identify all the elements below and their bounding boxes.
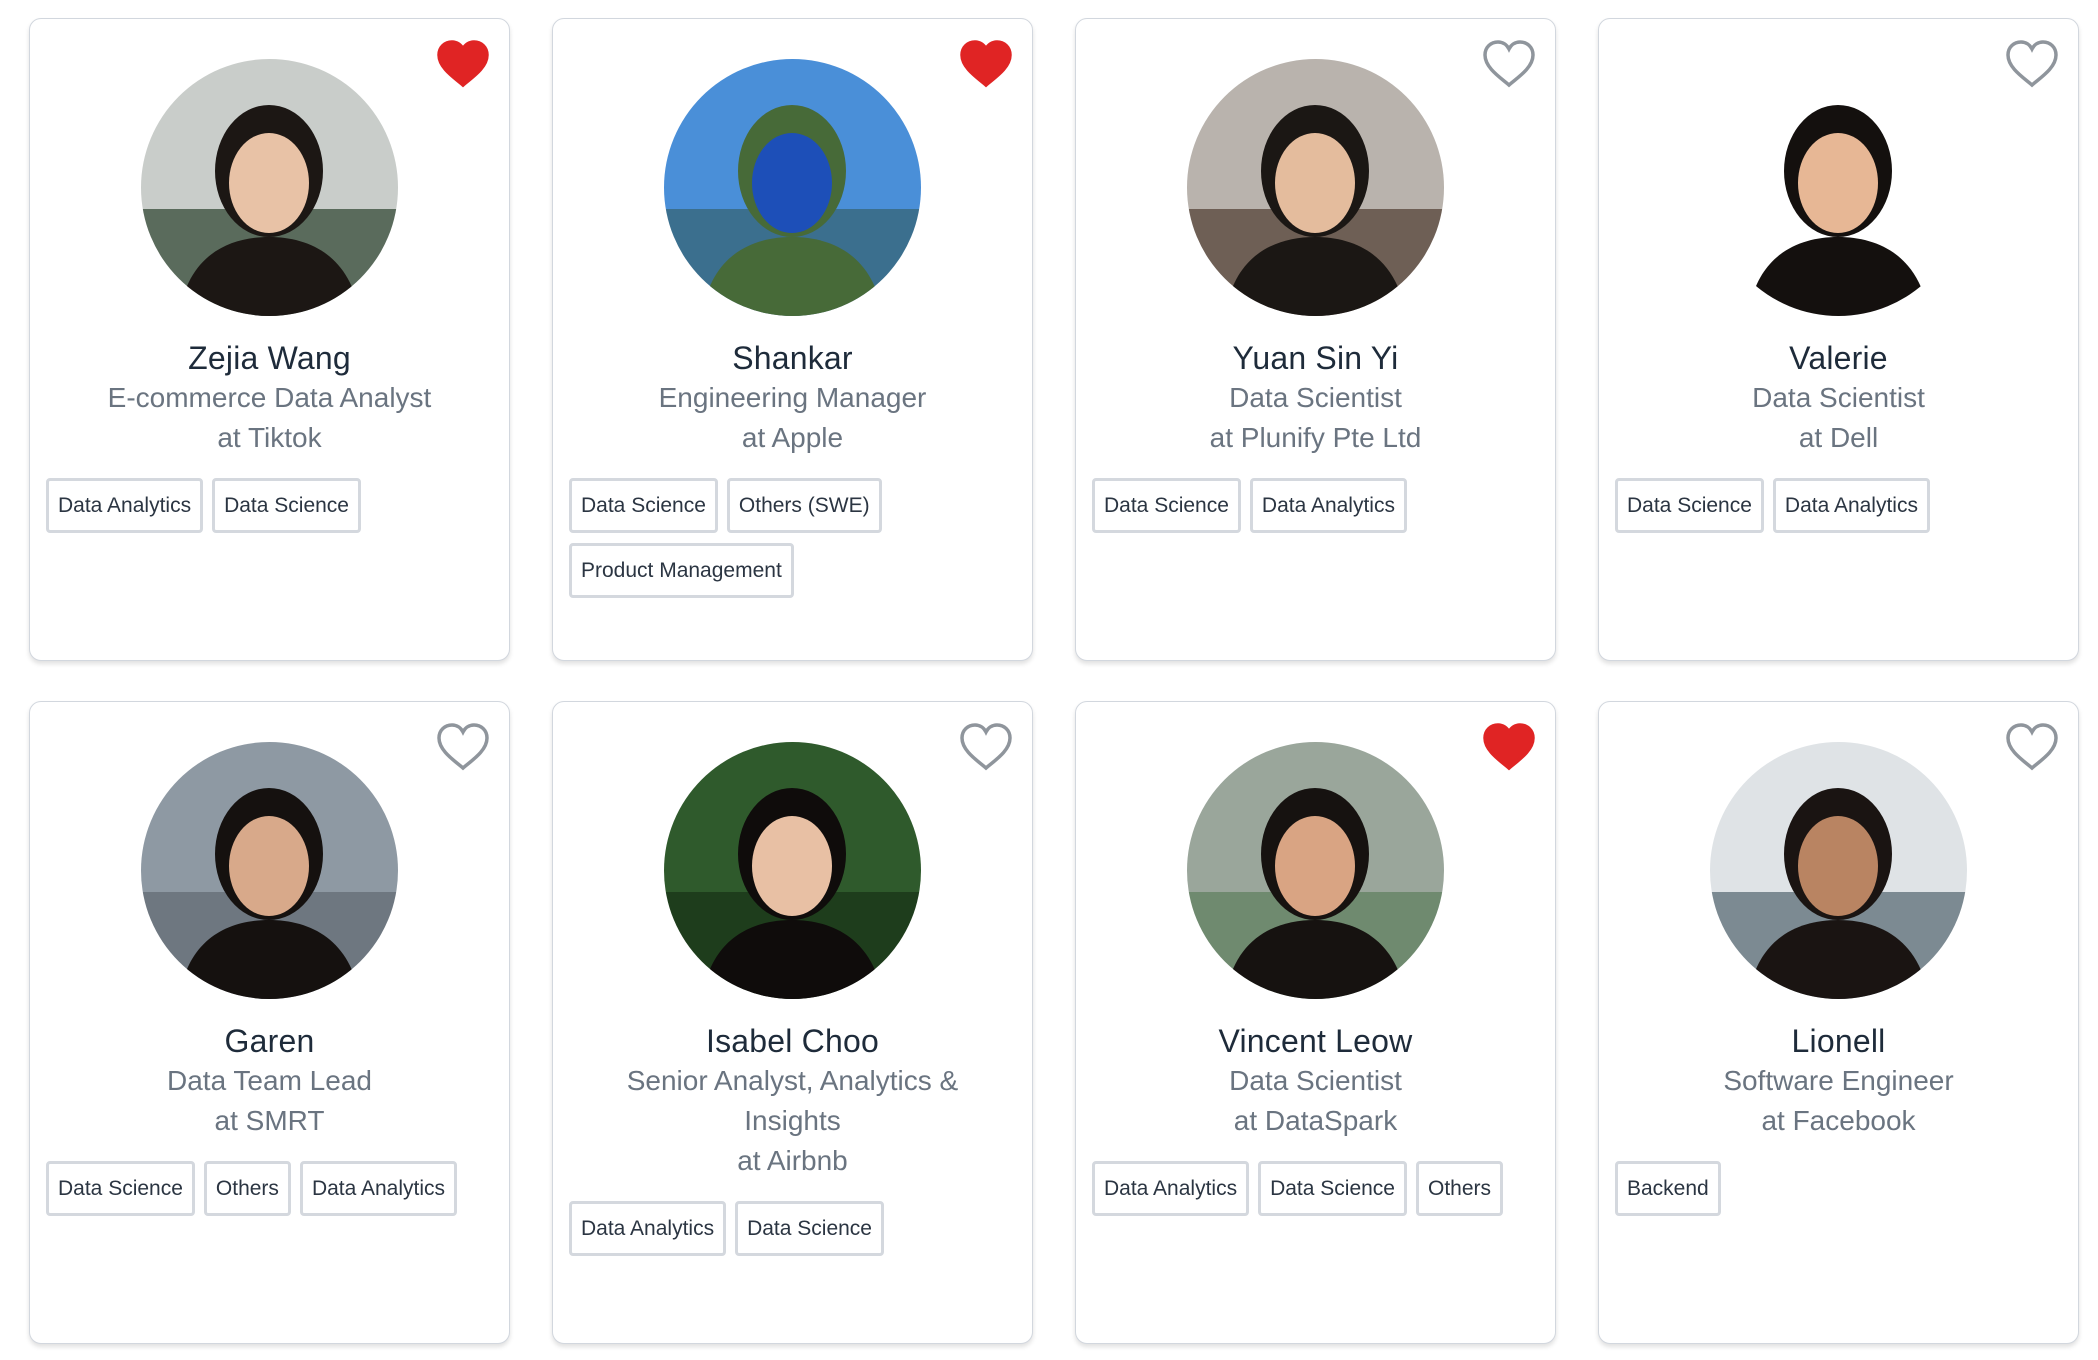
mentor-role: Data Team Lead bbox=[167, 1065, 372, 1096]
mentor-card-valerie[interactable]: Valerie Data Scientist at Dell Data Scie… bbox=[1598, 18, 2079, 661]
mentor-card-lionell[interactable]: Lionell Software Engineer at Facebook Ba… bbox=[1598, 701, 2079, 1344]
mentor-company: at SMRT bbox=[214, 1105, 325, 1136]
heart-outline-icon bbox=[2006, 40, 2058, 88]
heart-outline-icon bbox=[2006, 723, 2058, 771]
favorite-button[interactable] bbox=[958, 722, 1014, 772]
favorite-button[interactable] bbox=[1481, 39, 1537, 89]
photo-face bbox=[752, 133, 832, 233]
mentor-card-yuan-sin-yi[interactable]: Yuan Sin Yi Data Scientist at Plunify Pt… bbox=[1075, 18, 1556, 661]
avatar bbox=[1187, 59, 1444, 316]
tag[interactable]: Data Science bbox=[569, 478, 718, 533]
tag-list: Data Analytics Data Science Others bbox=[1076, 1161, 1555, 1216]
photo-face bbox=[1798, 816, 1878, 916]
photo-face bbox=[1798, 133, 1878, 233]
favorite-button[interactable] bbox=[2004, 722, 2060, 772]
mentor-company: at Dell bbox=[1798, 422, 1879, 453]
avatar bbox=[1710, 59, 1967, 316]
photo-face bbox=[752, 816, 832, 916]
favorite-button[interactable] bbox=[1481, 722, 1537, 772]
tag-list: Data Science Others (SWE) Product Manage… bbox=[553, 478, 1032, 598]
tag[interactable]: Data Analytics bbox=[1249, 478, 1407, 533]
mentor-company: at Tiktok bbox=[217, 422, 322, 453]
mentor-company: at DataSpark bbox=[1233, 1105, 1398, 1136]
mentor-grid: Zejia Wang E-commerce Data Analyst at Ti… bbox=[29, 18, 2079, 1344]
favorite-button[interactable] bbox=[958, 39, 1014, 89]
tag[interactable]: Data Analytics bbox=[1772, 478, 1930, 533]
tag[interactable]: Data Science bbox=[1258, 1161, 1407, 1216]
photo-face bbox=[1275, 816, 1355, 916]
tag[interactable]: Product Management bbox=[569, 543, 794, 598]
heart-outline-icon bbox=[960, 723, 1012, 771]
mentor-role: Data Scientist bbox=[1229, 1065, 1402, 1096]
tag[interactable]: Data Analytics bbox=[299, 1161, 458, 1216]
avatar bbox=[1187, 742, 1444, 999]
favorite-button[interactable] bbox=[435, 39, 491, 89]
tag-list: Data Science Others Data Analytics bbox=[30, 1161, 509, 1216]
photo-face bbox=[229, 133, 309, 233]
profile-photo bbox=[1187, 742, 1444, 999]
mentor-name: Vincent Leow bbox=[1218, 1023, 1413, 1059]
mentor-card-garen[interactable]: Garen Data Team Lead at SMRT Data Scienc… bbox=[29, 701, 510, 1344]
mentor-role: Data Scientist bbox=[1229, 382, 1402, 413]
heart-filled-icon bbox=[437, 40, 489, 88]
favorite-button[interactable] bbox=[435, 722, 491, 772]
mentor-role: Software Engineer bbox=[1723, 1065, 1954, 1096]
tag[interactable]: Others (SWE) bbox=[726, 478, 882, 533]
heart-filled-icon bbox=[960, 40, 1012, 88]
mentor-card-zejia-wang[interactable]: Zejia Wang E-commerce Data Analyst at Ti… bbox=[29, 18, 510, 661]
tag[interactable]: Data Science bbox=[735, 1201, 884, 1256]
mentor-role: Senior Analyst, Analytics & Insights bbox=[626, 1065, 959, 1136]
profile-photo bbox=[664, 742, 921, 999]
profile-photo bbox=[141, 59, 398, 316]
mentor-card-shankar[interactable]: Shankar Engineering Manager at Apple Dat… bbox=[552, 18, 1033, 661]
mentor-name: Zejia Wang bbox=[188, 340, 351, 376]
tag-list: Data Science Data Analytics bbox=[1599, 478, 2078, 533]
mentor-company: at Plunify Pte Ltd bbox=[1209, 422, 1422, 453]
mentor-name: Valerie bbox=[1789, 340, 1888, 376]
tag[interactable]: Data Science bbox=[212, 478, 361, 533]
mentor-name: Shankar bbox=[732, 340, 853, 376]
photo-face bbox=[1275, 133, 1355, 233]
tag[interactable]: Others bbox=[203, 1161, 291, 1216]
tag-list: Backend bbox=[1599, 1161, 2078, 1216]
mentor-name: Lionell bbox=[1791, 1023, 1886, 1059]
mentor-role: Engineering Manager bbox=[658, 382, 927, 413]
avatar bbox=[1710, 742, 1967, 999]
mentor-company: at Apple bbox=[741, 422, 844, 453]
heart-outline-icon bbox=[437, 723, 489, 771]
photo-face bbox=[229, 816, 309, 916]
mentor-company: at Airbnb bbox=[737, 1145, 848, 1176]
tag[interactable]: Backend bbox=[1615, 1161, 1721, 1216]
mentor-role: E-commerce Data Analyst bbox=[107, 382, 432, 413]
tag[interactable]: Data Science bbox=[1092, 478, 1241, 533]
tag-list: Data Analytics Data Science bbox=[30, 478, 509, 533]
tag[interactable]: Data Science bbox=[1615, 478, 1764, 533]
heart-outline-icon bbox=[1483, 40, 1535, 88]
tag[interactable]: Data Analytics bbox=[569, 1201, 727, 1256]
mentor-name: Isabel Choo bbox=[706, 1023, 879, 1059]
favorite-button[interactable] bbox=[2004, 39, 2060, 89]
mentor-card-isabel-choo[interactable]: Isabel Choo Senior Analyst, Analytics & … bbox=[552, 701, 1033, 1344]
profile-photo bbox=[141, 742, 398, 999]
mentor-name: Garen bbox=[224, 1023, 315, 1059]
avatar bbox=[664, 742, 921, 999]
avatar bbox=[141, 59, 398, 316]
tag[interactable]: Data Science bbox=[46, 1161, 195, 1216]
mentor-role: Data Scientist bbox=[1752, 382, 1925, 413]
profile-photo bbox=[1187, 59, 1444, 316]
avatar bbox=[141, 742, 398, 999]
tag-list: Data Analytics Data Science bbox=[553, 1201, 1032, 1256]
tag[interactable]: Data Analytics bbox=[1092, 1161, 1250, 1216]
profile-photo bbox=[1710, 742, 1967, 999]
tag-list: Data Science Data Analytics bbox=[1076, 478, 1555, 533]
tag[interactable]: Others bbox=[1415, 1161, 1504, 1216]
profile-photo bbox=[1710, 59, 1967, 316]
avatar bbox=[664, 59, 921, 316]
tag[interactable]: Data Analytics bbox=[46, 478, 204, 533]
mentor-company: at Facebook bbox=[1761, 1105, 1916, 1136]
heart-filled-icon bbox=[1483, 723, 1535, 771]
mentor-card-vincent-leow[interactable]: Vincent Leow Data Scientist at DataSpark… bbox=[1075, 701, 1556, 1344]
mentor-name: Yuan Sin Yi bbox=[1232, 340, 1399, 376]
profile-photo bbox=[664, 59, 921, 316]
